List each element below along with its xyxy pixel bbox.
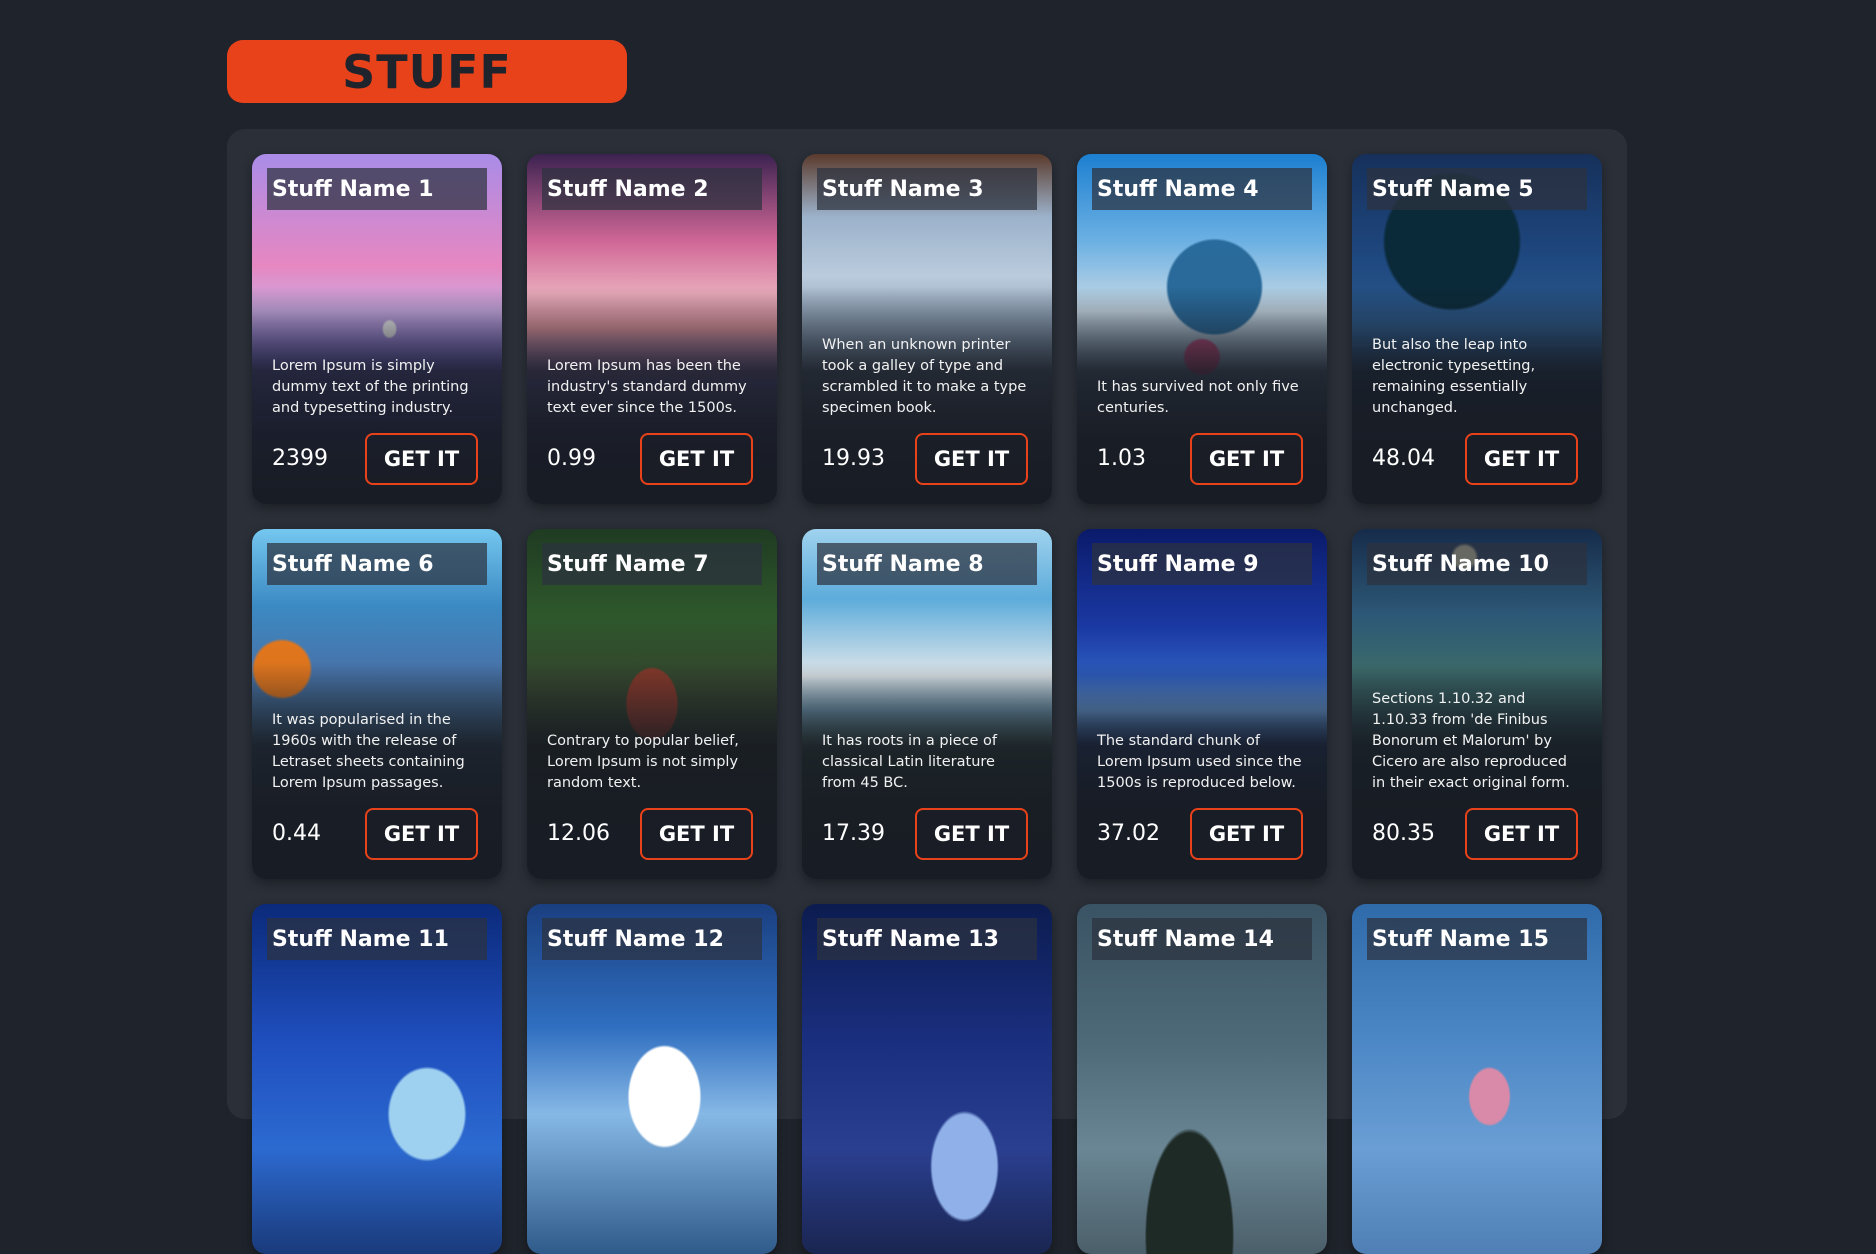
card-description: But also the leap into electronic typese… xyxy=(1372,337,1536,416)
product-card: Stuff Name 14 xyxy=(1077,904,1327,1254)
card-description: It has survived not only five centuries. xyxy=(1097,379,1299,416)
card-title: Stuff Name 11 xyxy=(272,926,449,952)
card-price: 17.39 xyxy=(822,821,885,846)
get-it-button[interactable]: GET IT xyxy=(1465,433,1578,485)
card-price: 2399 xyxy=(272,446,328,471)
card-title: Stuff Name 14 xyxy=(1097,926,1274,952)
card-price: 0.44 xyxy=(272,821,321,846)
card-title-box: Stuff Name 13 xyxy=(817,918,1037,960)
product-card: Stuff Name 15 xyxy=(1352,904,1602,1254)
card-title-box: Stuff Name 8 xyxy=(817,543,1037,585)
card-title-box: Stuff Name 11 xyxy=(267,918,487,960)
card-price: 37.02 xyxy=(1097,821,1160,846)
get-it-button[interactable]: GET IT xyxy=(915,808,1028,860)
card-price: 48.04 xyxy=(1372,446,1435,471)
get-it-button[interactable]: GET IT xyxy=(365,808,478,860)
product-card: Stuff Name 11 xyxy=(252,904,502,1254)
card-description: It has roots in a piece of classical Lat… xyxy=(822,733,997,791)
product-card: Stuff Name 4 It has survived not only fi… xyxy=(1077,154,1327,504)
card-title: Stuff Name 5 xyxy=(1372,176,1534,202)
product-card: Stuff Name 1 Lorem Ipsum is simply dummy… xyxy=(252,154,502,504)
product-card: Stuff Name 7 Contrary to popular belief,… xyxy=(527,529,777,879)
card-title: Stuff Name 15 xyxy=(1372,926,1549,952)
card-price: 80.35 xyxy=(1372,821,1435,846)
card-price: 19.93 xyxy=(822,446,885,471)
card-title-box: Stuff Name 4 xyxy=(1092,168,1312,210)
card-price: 0.99 xyxy=(547,446,596,471)
card-title: Stuff Name 8 xyxy=(822,551,984,577)
card-title: Stuff Name 12 xyxy=(547,926,724,952)
card-title: Stuff Name 10 xyxy=(1372,551,1549,577)
product-card: Stuff Name 2 Lorem Ipsum has been the in… xyxy=(527,154,777,504)
card-title: Stuff Name 2 xyxy=(547,176,709,202)
card-description: Contrary to popular belief, Lorem Ipsum … xyxy=(547,733,739,791)
card-price: 1.03 xyxy=(1097,446,1146,471)
card-description: The standard chunk of Lorem Ipsum used s… xyxy=(1097,733,1302,791)
products-panel: Stuff Name 1 Lorem Ipsum is simply dummy… xyxy=(227,129,1627,1254)
get-it-button[interactable]: GET IT xyxy=(1190,808,1303,860)
product-card: Stuff Name 3 When an unknown printer too… xyxy=(802,154,1052,504)
card-description: Lorem Ipsum is simply dummy text of the … xyxy=(272,358,469,416)
card-description: It was popularised in the 1960s with the… xyxy=(272,712,465,791)
product-grid: Stuff Name 1 Lorem Ipsum is simply dummy… xyxy=(252,154,1602,1254)
get-it-button[interactable]: GET IT xyxy=(640,433,753,485)
card-description: When an unknown printer took a galley of… xyxy=(822,337,1027,416)
product-card: Stuff Name 12 xyxy=(527,904,777,1254)
product-card: Stuff Name 5 But also the leap into elec… xyxy=(1352,154,1602,504)
card-description: Sections 1.10.32 and 1.10.33 from 'de Fi… xyxy=(1372,691,1570,791)
product-card: Stuff Name 10 Sections 1.10.32 and 1.10.… xyxy=(1352,529,1602,879)
card-title: Stuff Name 1 xyxy=(272,176,434,202)
card-title: Stuff Name 3 xyxy=(822,176,984,202)
card-title-box: Stuff Name 5 xyxy=(1367,168,1587,210)
card-title: Stuff Name 13 xyxy=(822,926,999,952)
card-title-box: Stuff Name 2 xyxy=(542,168,762,210)
card-title-box: Stuff Name 9 xyxy=(1092,543,1312,585)
page-title-bar: STUFF xyxy=(227,40,627,103)
product-card: Stuff Name 8 It has roots in a piece of … xyxy=(802,529,1052,879)
card-title: Stuff Name 7 xyxy=(547,551,709,577)
card-price: 12.06 xyxy=(547,821,610,846)
get-it-button[interactable]: GET IT xyxy=(915,433,1028,485)
product-card: Stuff Name 6 It was popularised in the 1… xyxy=(252,529,502,879)
card-title-box: Stuff Name 3 xyxy=(817,168,1037,210)
card-description: Lorem Ipsum has been the industry's stan… xyxy=(547,358,747,416)
product-card: Stuff Name 9 The standard chunk of Lorem… xyxy=(1077,529,1327,879)
get-it-button[interactable]: GET IT xyxy=(1190,433,1303,485)
card-title-box: Stuff Name 6 xyxy=(267,543,487,585)
card-title: Stuff Name 9 xyxy=(1097,551,1259,577)
card-title-box: Stuff Name 12 xyxy=(542,918,762,960)
card-title: Stuff Name 6 xyxy=(272,551,434,577)
product-card: Stuff Name 13 xyxy=(802,904,1052,1254)
card-title: Stuff Name 4 xyxy=(1097,176,1259,202)
card-title-box: Stuff Name 7 xyxy=(542,543,762,585)
card-title-box: Stuff Name 14 xyxy=(1092,918,1312,960)
page-title: STUFF xyxy=(342,44,512,99)
card-title-box: Stuff Name 15 xyxy=(1367,918,1587,960)
card-title-box: Stuff Name 1 xyxy=(267,168,487,210)
get-it-button[interactable]: GET IT xyxy=(1465,808,1578,860)
get-it-button[interactable]: GET IT xyxy=(365,433,478,485)
card-title-box: Stuff Name 10 xyxy=(1367,543,1587,585)
get-it-button[interactable]: GET IT xyxy=(640,808,753,860)
